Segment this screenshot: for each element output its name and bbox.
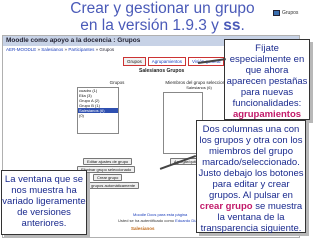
breadcrumb-current: Grupos	[99, 47, 115, 52]
groups-listbox[interactable]: cuadro (1) Elia (3) Grupo A (2) Grupo B …	[77, 87, 119, 134]
callout-window-text: La ventana que se nos muestra ha variado…	[2, 174, 86, 229]
title-line-2: en la versión 1.9.3 y ss.	[45, 17, 280, 34]
breadcrumb: AER-MOODLE » Salesianos » Participantes …	[6, 47, 114, 52]
moodle-docs-label: Moodle Docs para esta página	[133, 212, 188, 217]
callout-columns-text-1: Dos columnas una con los grupos y otra c…	[198, 124, 304, 201]
breadcrumb-site[interactable]: AER-MOODLE	[6, 47, 36, 52]
grupos-label: Grupos	[282, 10, 299, 16]
groups-icon	[273, 10, 280, 16]
logged-in-prefix: Usted se ha autentificado como	[118, 218, 176, 223]
group-item[interactable]: (0)	[78, 113, 118, 118]
callout-columns-highlight: crear grupo	[199, 201, 253, 212]
title-line-1: Crear y gestionar un grupo	[70, 0, 255, 17]
tab-grupos[interactable]: Grupos	[123, 57, 146, 66]
callout-window-note: La ventana que se nos muestra ha variado…	[1, 170, 87, 235]
callout-columns-note: Dos columnas una con los grupos y otra c…	[196, 120, 306, 234]
callout-tabs-highlight: agrupamientos	[232, 109, 302, 120]
title-line-2-prefix: en la versión 1.9.3 y	[80, 17, 224, 34]
grupos-link[interactable]: Grupos	[273, 10, 298, 16]
callout-tabs-note: Fíjate especialmente en que ahora aparec…	[224, 39, 310, 120]
groups-pane-title: Grupos	[109, 80, 125, 85]
breadcrumb-participants[interactable]: Participantes	[68, 47, 94, 52]
edit-group-button[interactable]: Editar ajustes de grupo	[83, 158, 133, 165]
course-footer-link[interactable]: Salesianos	[131, 226, 155, 231]
course-groups-heading: Salesianos Grupos	[139, 68, 185, 74]
breadcrumb-course[interactable]: Salesianos	[41, 47, 63, 52]
title-bold: ss	[223, 17, 241, 34]
slide-title: Crear y gestionar un grupo en la versión…	[45, 0, 280, 34]
moodle-docs-link[interactable]: Moodle Docs para esta página	[133, 212, 187, 217]
callout-tabs-text: Fíjate especialmente en que ahora aparec…	[226, 43, 308, 109]
groups-pane: Grupos cuadro (1) Elia (3) Grupo A (2) G…	[77, 80, 157, 134]
tab-agrupamientos[interactable]: Agrupamientos	[147, 57, 187, 66]
create-group-button[interactable]: Crear grupo	[93, 174, 123, 181]
title-suffix: .	[240, 17, 245, 34]
